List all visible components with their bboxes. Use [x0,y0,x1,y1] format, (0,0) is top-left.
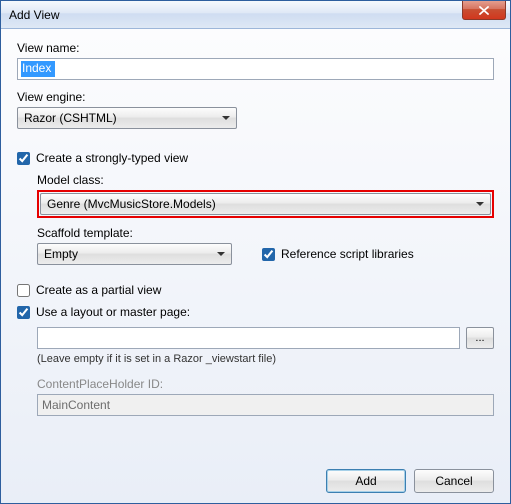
view-name-value: Index [21,61,55,77]
strongly-typed-checkbox[interactable] [17,152,30,165]
scaffold-value: Empty [44,247,78,261]
close-button[interactable] [462,1,506,20]
window-title: Add View [9,8,59,22]
chevron-down-icon [217,252,225,256]
view-engine-combo[interactable]: Razor (CSHTML) [17,107,237,129]
dialog-buttons: Add Cancel [17,463,494,493]
ref-scripts-label: Reference script libraries [281,247,414,261]
add-view-dialog: Add View View name: Index View engine: R… [0,0,511,504]
partial-view-label: Create as a partial view [36,283,161,297]
close-icon [479,6,489,15]
browse-button[interactable]: ... [466,327,494,349]
model-class-combo[interactable]: Genre (MvcMusicStore.Models) [40,193,491,215]
chevron-down-icon [476,202,484,206]
use-layout-row: Use a layout or master page: [17,305,494,319]
cancel-button[interactable]: Cancel [414,469,494,493]
use-layout-checkbox[interactable] [17,306,30,319]
cph-label: ContentPlaceHolder ID: [37,377,494,391]
add-button[interactable]: Add [326,469,406,493]
model-class-highlight: Genre (MvcMusicStore.Models) [37,190,494,218]
titlebar: Add View [1,1,510,29]
view-engine-value: Razor (CSHTML) [24,111,117,125]
layout-path-input[interactable] [37,327,460,349]
chevron-down-icon [222,116,230,120]
ref-scripts-checkbox[interactable] [262,248,275,261]
partial-view-row: Create as a partial view [17,283,494,297]
view-engine-label: View engine: [17,90,494,104]
use-layout-label: Use a layout or master page: [36,305,190,319]
cph-input [37,394,494,416]
view-name-label: View name: [17,41,494,55]
ref-scripts-row: Reference script libraries [262,247,414,261]
partial-view-checkbox[interactable] [17,284,30,297]
browse-label: ... [475,332,484,344]
scaffold-label: Scaffold template: [37,226,494,240]
model-class-value: Genre (MvcMusicStore.Models) [47,197,216,211]
layout-hint: (Leave empty if it is set in a Razor _vi… [37,353,494,365]
scaffold-combo[interactable]: Empty [37,243,232,265]
view-name-input[interactable]: Index [17,58,494,80]
strongly-typed-label: Create a strongly-typed view [36,151,188,165]
dialog-content: View name: Index View engine: Razor (CSH… [1,29,510,503]
model-class-label: Model class: [37,173,494,187]
strongly-typed-row: Create a strongly-typed view [17,151,494,165]
